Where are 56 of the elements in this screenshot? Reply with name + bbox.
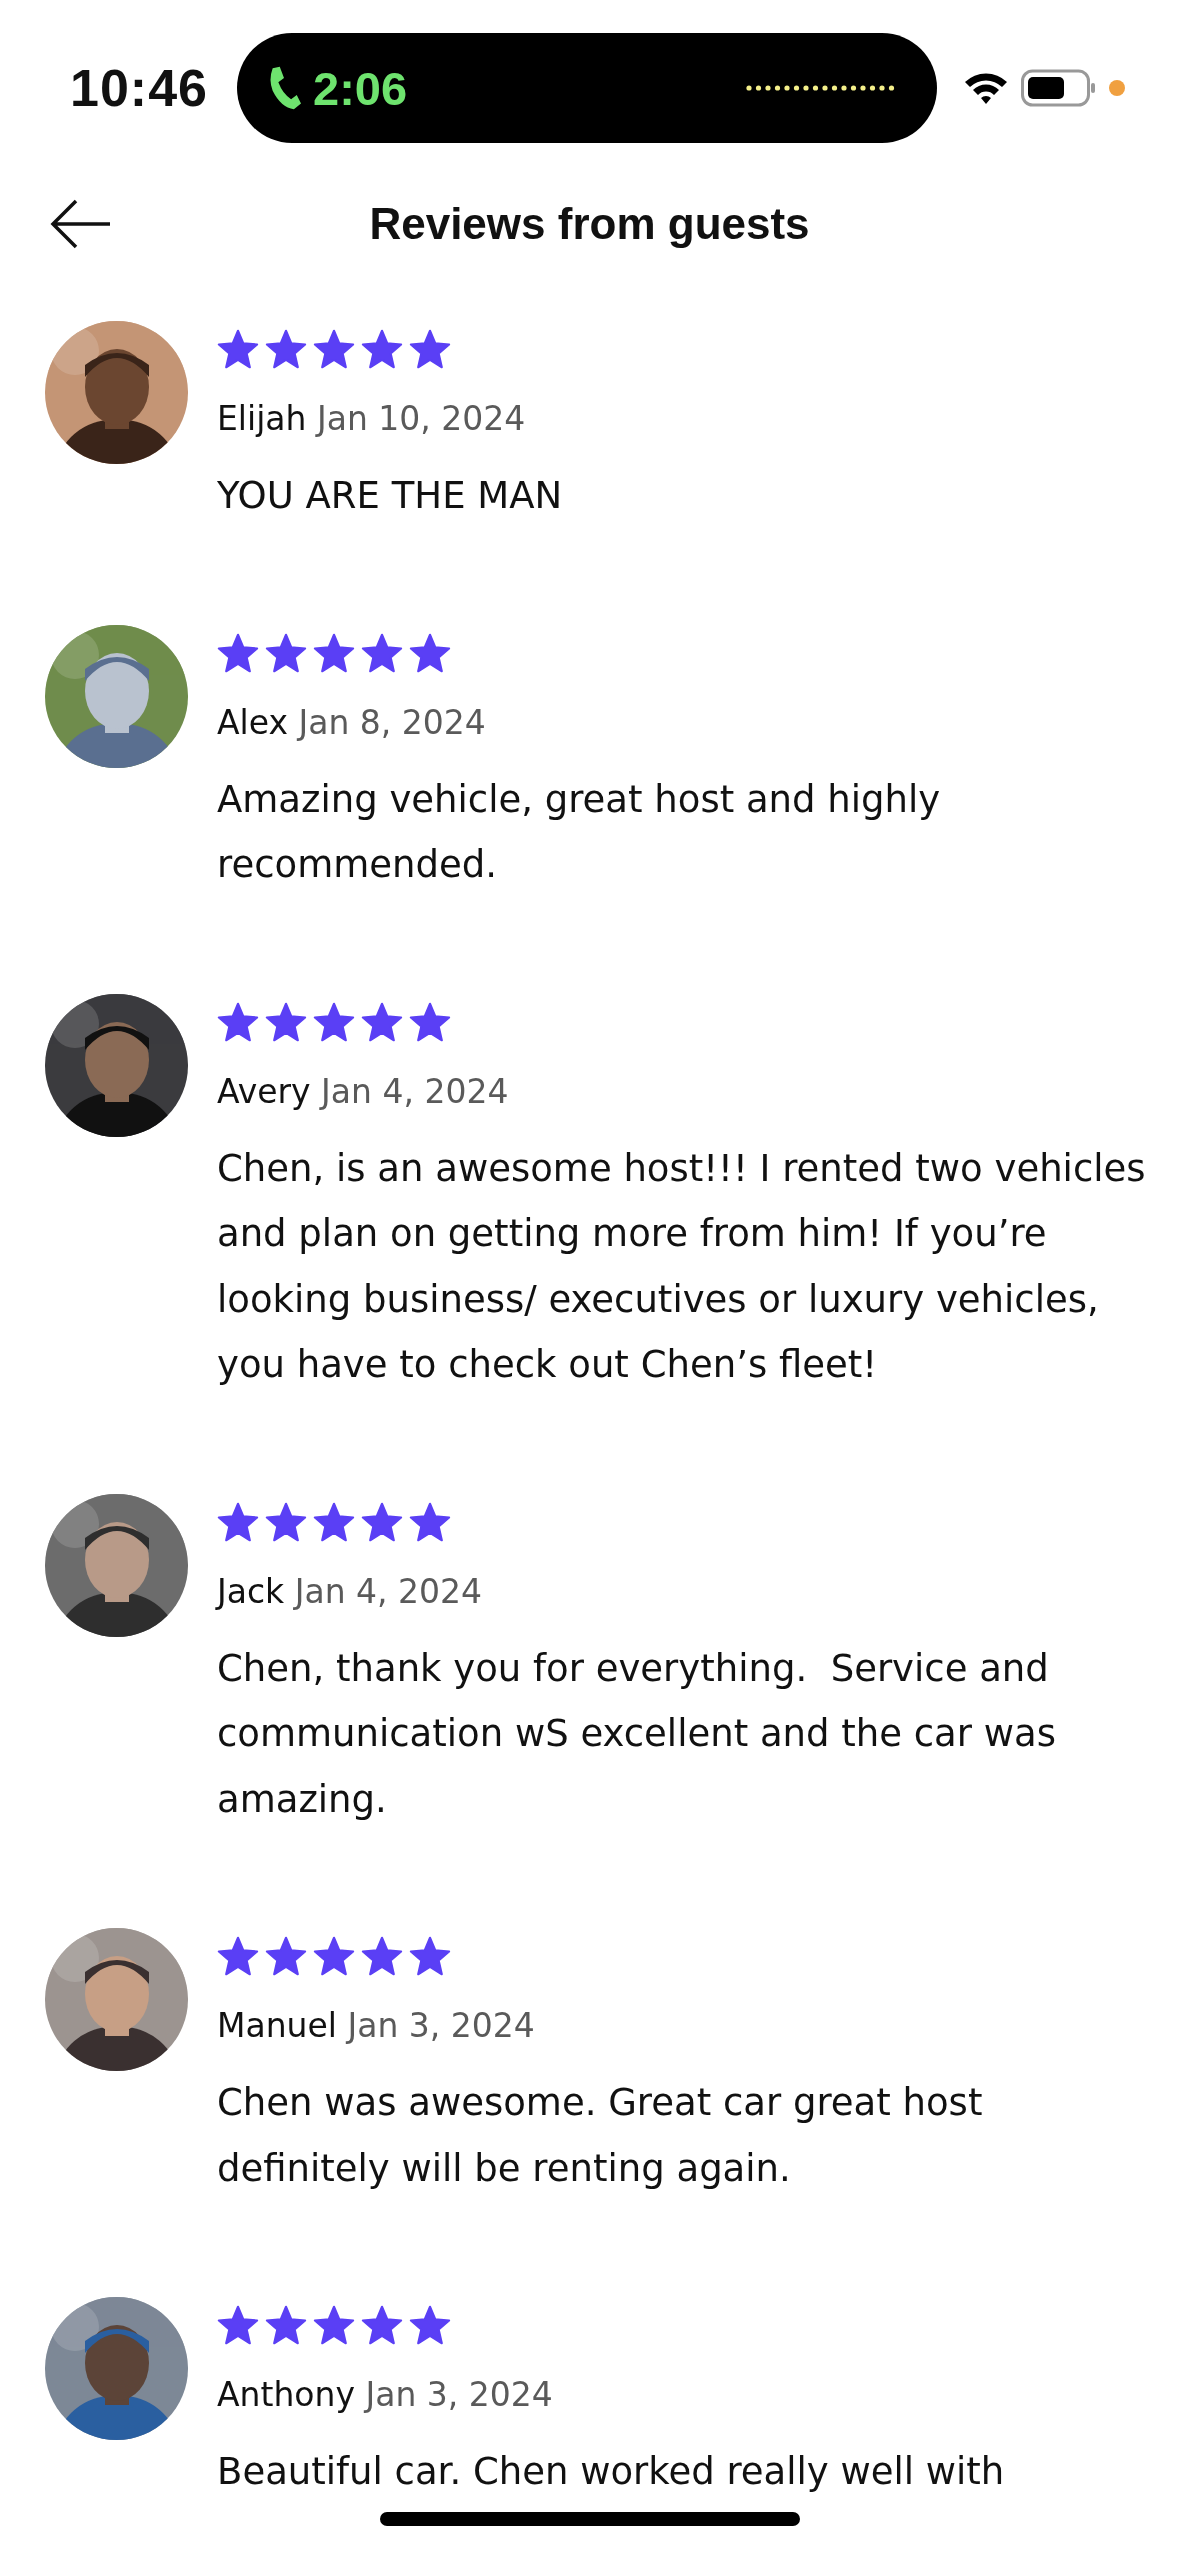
star-icon bbox=[409, 1501, 451, 1542]
star-icon bbox=[265, 2305, 307, 2345]
review-text: Amazing vehicle, great host and highly recommended. bbox=[217, 776, 942, 888]
star-icon bbox=[361, 329, 403, 369]
review-text: Chen, thank you for everything. Service and communication wS excellent and the car was amazing. bbox=[217, 1645, 1057, 1823]
review-date: Jan 10, 2024 bbox=[317, 399, 526, 438]
battery-icon bbox=[1021, 69, 1097, 107]
star-icon bbox=[361, 1001, 403, 1042]
recording-dot-icon bbox=[1109, 80, 1125, 96]
star-icon bbox=[217, 632, 259, 673]
review-date: Jan 3, 2024 bbox=[365, 2375, 553, 2414]
reviewer-name: Avery bbox=[217, 1071, 311, 1111]
reviewer-name: Anthony bbox=[217, 2375, 355, 2414]
review-text: Chen, is an awesome host!!! I rented two vehicles and plan on getting more from him! If you’re looking business/ executives or luxury vehicles, you have to check out Chen’s fleet! bbox=[217, 1145, 1147, 1388]
star-icon bbox=[361, 2305, 403, 2345]
star-icon bbox=[265, 329, 307, 369]
star-icon bbox=[409, 1936, 451, 1976]
star-icon bbox=[313, 2305, 355, 2345]
star-icon bbox=[313, 1936, 355, 1976]
review-date: Jan 8, 2024 bbox=[298, 702, 486, 742]
review-date: Jan 3, 2024 bbox=[347, 2006, 535, 2045]
star-icon bbox=[313, 1001, 355, 1042]
star-icon bbox=[313, 329, 355, 369]
page-title: Reviews from guests bbox=[369, 199, 810, 249]
star-icon bbox=[217, 1001, 259, 1042]
star-icon bbox=[313, 1501, 355, 1542]
star-icon bbox=[265, 1936, 307, 1976]
review-date: Jan 4, 2024 bbox=[321, 1071, 509, 1111]
review-date: Jan 4, 2024 bbox=[294, 1571, 483, 1611]
star-icon bbox=[217, 1501, 259, 1542]
star-icon bbox=[409, 1001, 451, 1042]
call-timer: 2:06 bbox=[313, 60, 408, 116]
star-icon bbox=[361, 1936, 403, 1976]
waveform-icon bbox=[745, 82, 897, 94]
clock-time: 10:46 bbox=[70, 58, 209, 118]
wifi-icon bbox=[963, 70, 1009, 106]
star-icon bbox=[265, 1501, 307, 1542]
star-icon bbox=[217, 329, 259, 369]
reviewer-name: Manuel bbox=[217, 2006, 337, 2045]
star-icon bbox=[409, 329, 451, 369]
review-text: YOU ARE THE MAN bbox=[217, 473, 564, 519]
star-icon bbox=[265, 1001, 307, 1042]
dynamic-island[interactable]: 2:06 bbox=[237, 33, 937, 143]
star-icon bbox=[265, 632, 307, 673]
star-icon bbox=[361, 1501, 403, 1542]
reviewer-name: Elijah bbox=[217, 399, 307, 438]
reviewer-name: Jack bbox=[217, 1571, 285, 1611]
star-icon bbox=[409, 632, 451, 673]
review-text: Chen was awesome. Great car great host definitely will be renting again. bbox=[217, 2080, 984, 2192]
star-icon bbox=[217, 2305, 259, 2345]
reviewer-name: Alex bbox=[217, 702, 288, 742]
star-icon bbox=[409, 2305, 451, 2345]
review-text: Beautiful car. Chen worked really well with bbox=[217, 2449, 1006, 2495]
star-icon bbox=[217, 1936, 259, 1976]
star-icon bbox=[361, 632, 403, 673]
star-icon bbox=[313, 632, 355, 673]
